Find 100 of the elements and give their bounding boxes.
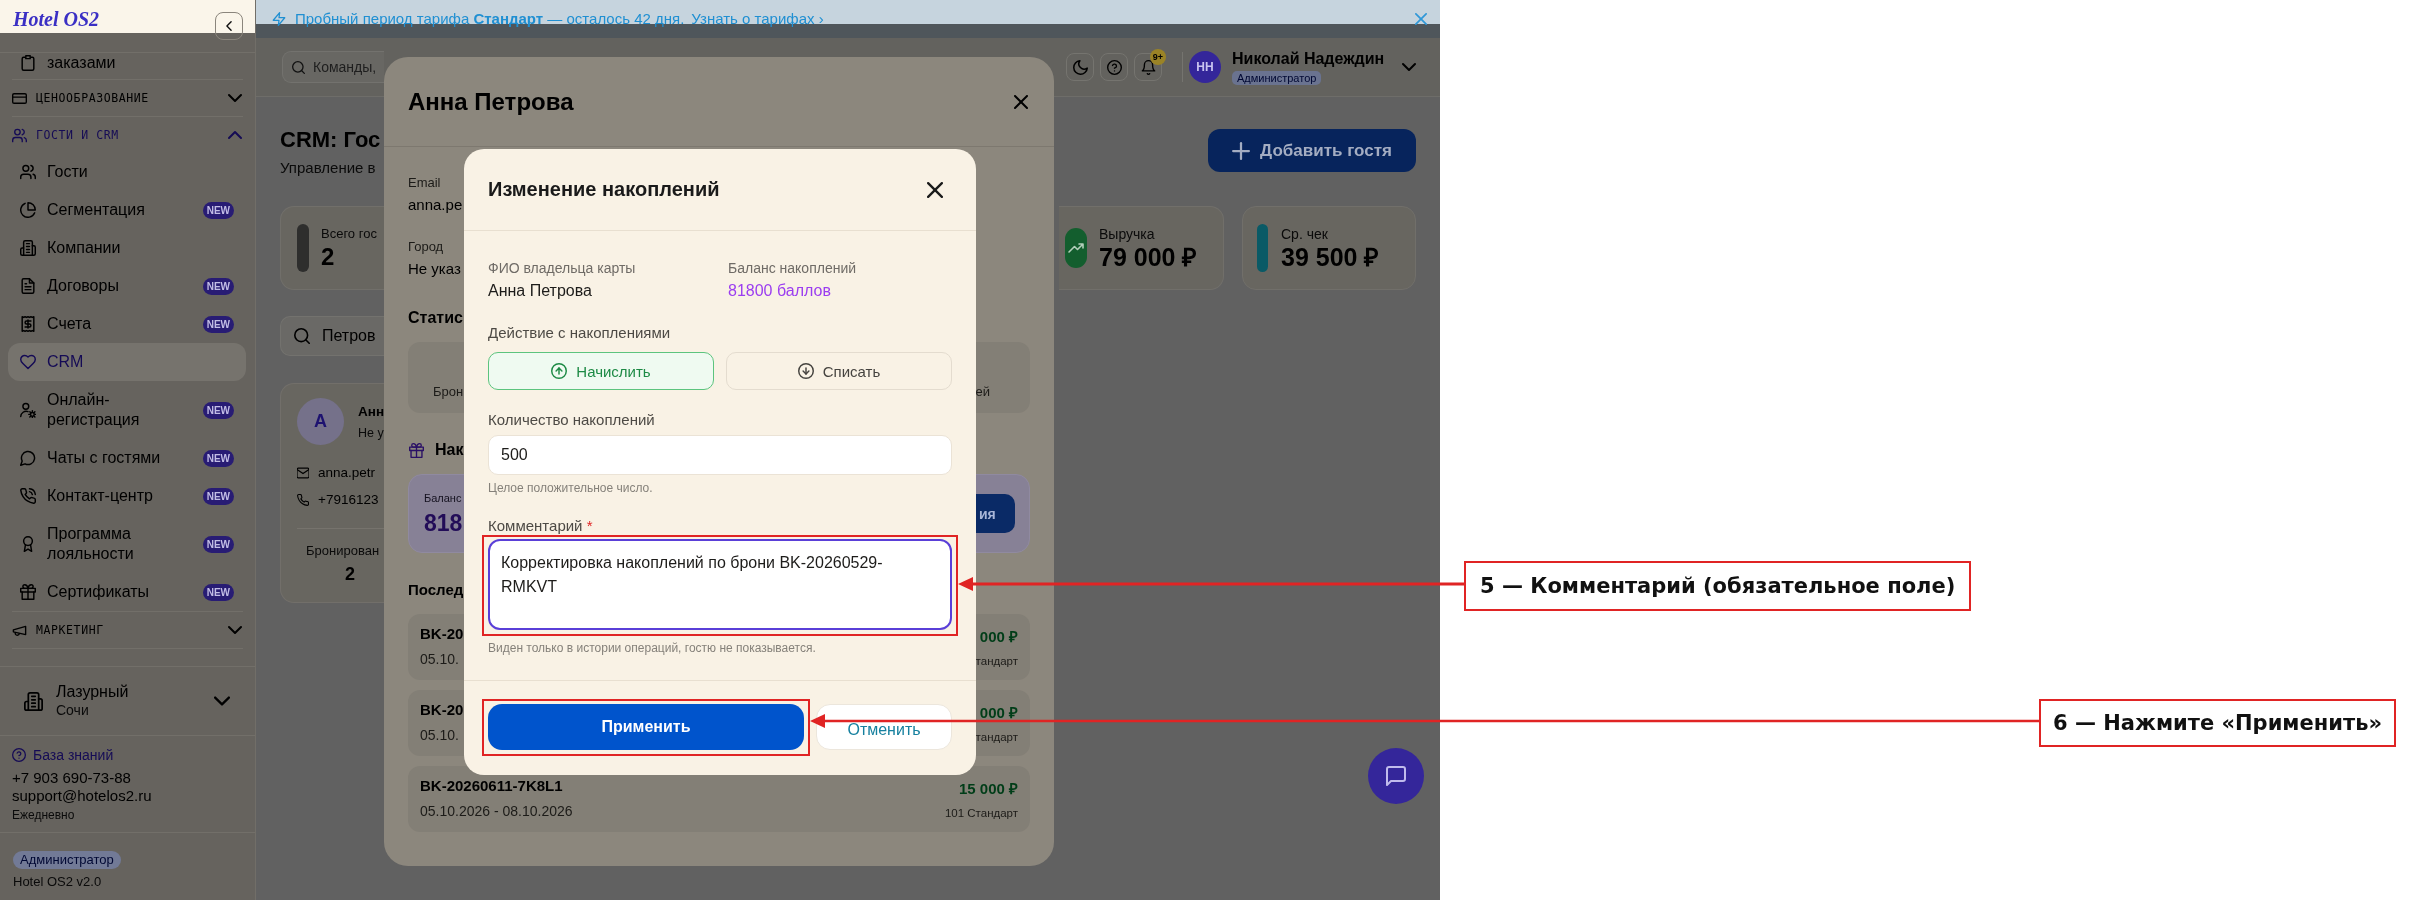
apply-button[interactable]: Применить — [488, 704, 804, 750]
action-toggle-button[interactable]: Списать — [726, 352, 952, 390]
hotel-selector[interactable]: Лазурный Сочи — [0, 666, 255, 736]
field-label: Действие с накоплениями — [488, 323, 672, 343]
dialog-title: Изменение накоплений — [488, 178, 720, 201]
bell-icon — [1140, 59, 1156, 75]
building-icon — [20, 240, 36, 256]
nav-item[interactable]: Онлайн-регистрация NEW — [8, 381, 246, 439]
guest-phone: +7916123 — [318, 491, 379, 509]
page-subtitle: Управление в — [280, 158, 376, 178]
section-title: Послед — [408, 580, 464, 600]
nav-item[interactable]: Программа лояльности NEW — [8, 515, 246, 573]
booking-code: BK-20 — [420, 624, 464, 644]
new-badge: NEW — [202, 201, 234, 219]
users-icon — [12, 127, 27, 143]
comment-field[interactable]: Корректировка накоплений по брони BK-20260529-RMKVT — [488, 539, 952, 630]
chevron-up-icon — [228, 128, 242, 142]
balance-value: 818 — [424, 508, 463, 537]
collapse-sidebar-button[interactable] — [215, 12, 243, 40]
nav-item[interactable]: Гости — [8, 153, 246, 191]
guest-email: anna.petr — [318, 464, 376, 482]
booking-dates: 05.10. — [420, 726, 459, 744]
stat-label: ей — [975, 384, 990, 400]
chevron-down-icon[interactable] — [1402, 60, 1416, 74]
pie-chart-icon — [20, 202, 36, 218]
field-label: ФИО владельца карты — [488, 259, 637, 278]
nav-item[interactable]: Сегментация NEW — [8, 191, 246, 229]
page-title: CRM: Гос — [280, 126, 381, 154]
ribbon-icon — [20, 536, 36, 552]
stat-label: Бронирован — [306, 543, 380, 559]
booking-tariff: тандарт — [975, 654, 1018, 668]
arrow-down-circle-icon — [797, 363, 814, 379]
guest-card[interactable]: А Анн Не у anna.petr +7916123 Бронирован 2 — [280, 383, 384, 603]
section-title: Статис — [408, 308, 463, 328]
guest-status: Не у — [358, 424, 384, 441]
stat-label: Выручка — [1099, 225, 1155, 243]
balance-value: 81800 баллов — [728, 281, 832, 301]
loyalty-action-button[interactable]: ия — [975, 494, 1015, 533]
gift-icon — [409, 442, 424, 458]
app-logo[interactable]: Hotel OS2 — [13, 7, 100, 31]
booking-amount: 000 ₽ — [978, 703, 1018, 723]
nav-item[interactable]: Чаты с гостями NEW — [8, 439, 246, 477]
theme-toggle-button[interactable] — [1066, 53, 1094, 81]
chat-bubble-icon — [1386, 766, 1406, 786]
booking-amount: 000 ₽ — [978, 627, 1018, 647]
user-gear-icon — [20, 402, 36, 418]
clipboard-icon — [20, 55, 36, 71]
user-avatar[interactable]: НН — [1189, 51, 1221, 83]
nav-item[interactable]: Договоры NEW — [8, 267, 246, 305]
help-button[interactable] — [1100, 53, 1128, 81]
booking-tariff: тандарт — [975, 730, 1018, 744]
nav-item[interactable]: Контакт-центр NEW — [8, 477, 246, 515]
field-hint: Виден только в истории операций, гостю не показывается. — [488, 641, 817, 655]
callout-label: 5 — Комментарий (обязательное поле) — [1464, 561, 1972, 611]
stat-label: Ср. чек — [1281, 225, 1328, 243]
role-badge: Администратор — [13, 851, 121, 869]
chat-bubble-icon — [20, 450, 36, 466]
new-badge: NEW — [202, 583, 234, 601]
nav-item[interactable]: Сертификаты NEW — [8, 573, 246, 611]
stat-value: 2 — [321, 243, 335, 271]
guest-search-field[interactable]: Петров — [280, 316, 384, 356]
receipt-icon — [20, 316, 36, 332]
nav-item[interactable]: Счета NEW — [8, 305, 246, 343]
add-guest-button[interactable]: Добавить гостя — [1208, 129, 1416, 172]
phone-icon — [20, 488, 36, 504]
amount-field[interactable]: 500 — [488, 435, 952, 475]
nav-item[interactable]: заказами — [8, 53, 246, 79]
chevron-down-icon — [228, 623, 242, 637]
support-hours: Ежедневно — [12, 807, 75, 823]
cancel-button[interactable]: Отменить — [816, 704, 952, 750]
users-icon — [20, 164, 36, 180]
hotel-city: Сочи — [56, 701, 90, 719]
help-icon — [1106, 59, 1122, 75]
help-icon — [12, 748, 26, 762]
nav-section-header[interactable]: МАРКЕТИНГ — [12, 611, 243, 649]
field-label: Комментарий * — [488, 516, 594, 536]
stat-value: 39 500 ₽ — [1281, 243, 1380, 271]
gift-icon — [20, 584, 36, 600]
document-icon — [20, 278, 36, 294]
booking-tariff: 101 Стандарт — [944, 806, 1018, 820]
new-badge: NEW — [202, 449, 234, 467]
stat-value: 2 — [344, 563, 355, 585]
stat-label: Всего гос — [321, 225, 377, 243]
nav-item[interactable]: Компании — [8, 229, 246, 267]
user-role-badge: Администратор — [1232, 70, 1322, 85]
field-value: Не указ — [408, 259, 461, 279]
booking-dates: 05.10.2026 - 08.10.2026 — [420, 802, 573, 820]
field-label: Email — [408, 174, 441, 192]
search-icon — [294, 328, 310, 344]
action-toggle-button[interactable]: Начислить — [488, 352, 714, 390]
nav-section-header[interactable]: ЦЕНООБРАЗОВАНИЕ — [12, 79, 243, 116]
notification-count: 9+ — [1150, 49, 1166, 65]
stat-label: Брон — [433, 384, 464, 400]
new-badge: NEW — [202, 277, 234, 295]
nav-item[interactable]: CRM — [8, 343, 246, 381]
support-email: support@hotelos2.ru — [12, 787, 152, 805]
stat-value: 79 000 ₽ — [1099, 243, 1198, 271]
booking-amount: 15 000 ₽ — [957, 779, 1018, 799]
close-icon[interactable] — [927, 181, 943, 198]
field-label: Баланс накоплений — [728, 259, 858, 278]
